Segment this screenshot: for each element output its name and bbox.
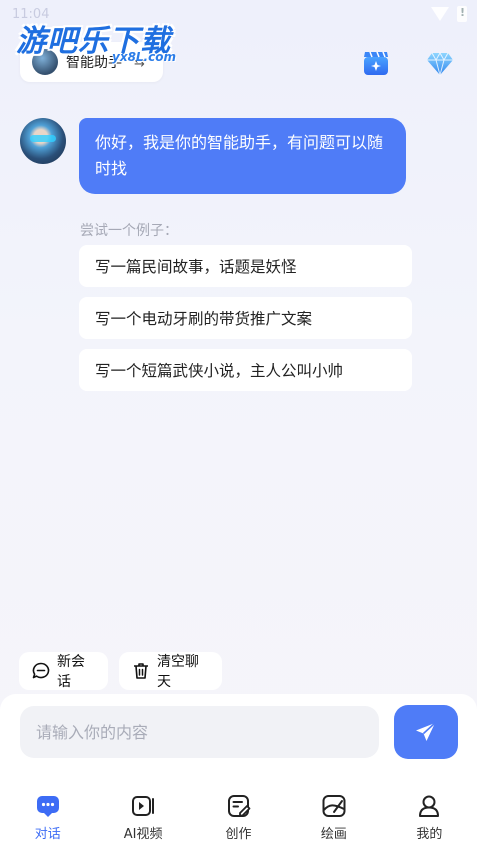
diamond-icon[interactable]	[425, 48, 455, 78]
chat-bubble-icon	[36, 796, 59, 817]
send-button[interactable]	[394, 705, 458, 759]
tab-profile[interactable]: 我的	[382, 788, 477, 848]
tab-ai-video[interactable]: AI视频	[95, 788, 190, 848]
new-chat-label: 新会话	[57, 654, 85, 690]
bottom-tab-bar: 对话 AI视频 创作 绘画 我的	[0, 788, 477, 848]
user-profile-icon	[419, 795, 440, 817]
tab-chat[interactable]: 对话	[0, 788, 95, 848]
clear-chat-button[interactable]: 清空聊天	[119, 652, 222, 690]
watermark-sub: yx8L.com	[112, 50, 176, 64]
tab-label: 绘画	[320, 827, 347, 842]
tab-create[interactable]: 创作	[191, 788, 286, 848]
tab-label: 创作	[225, 827, 252, 842]
clapper-icon[interactable]	[361, 48, 391, 78]
example-card[interactable]: 写一篇民间故事，话题是妖怪	[79, 245, 412, 287]
message-input[interactable]	[20, 706, 379, 758]
tab-painting[interactable]: 绘画	[286, 788, 381, 848]
battery-icon	[457, 6, 467, 22]
trash-icon	[134, 663, 148, 679]
edit-document-icon	[227, 795, 250, 817]
tab-label: 我的	[416, 827, 443, 842]
tab-label: AI视频	[123, 827, 163, 842]
send-icon	[416, 722, 436, 741]
greeting-bubble: 你好，我是你的智能助手，有问题可以随时找	[79, 118, 406, 194]
video-play-icon	[132, 796, 155, 816]
example-title: 尝试一个例子：	[80, 223, 178, 239]
wifi-icon	[431, 7, 449, 21]
painting-icon	[322, 795, 346, 817]
example-card[interactable]: 写一个电动牙刷的带货推广文案	[79, 297, 412, 339]
chat-add-icon	[32, 662, 50, 679]
clear-chat-label: 清空聊天	[157, 654, 199, 690]
bot-avatar	[20, 118, 66, 164]
new-chat-button[interactable]: 新会话	[19, 652, 108, 690]
status-icons	[431, 6, 467, 22]
example-card[interactable]: 写一个短篇武侠小说，主人公叫小帅	[79, 349, 412, 391]
tab-label: 对话	[34, 827, 61, 842]
watermark-logo: 游吧乐下载 yx8L.com	[16, 16, 176, 64]
